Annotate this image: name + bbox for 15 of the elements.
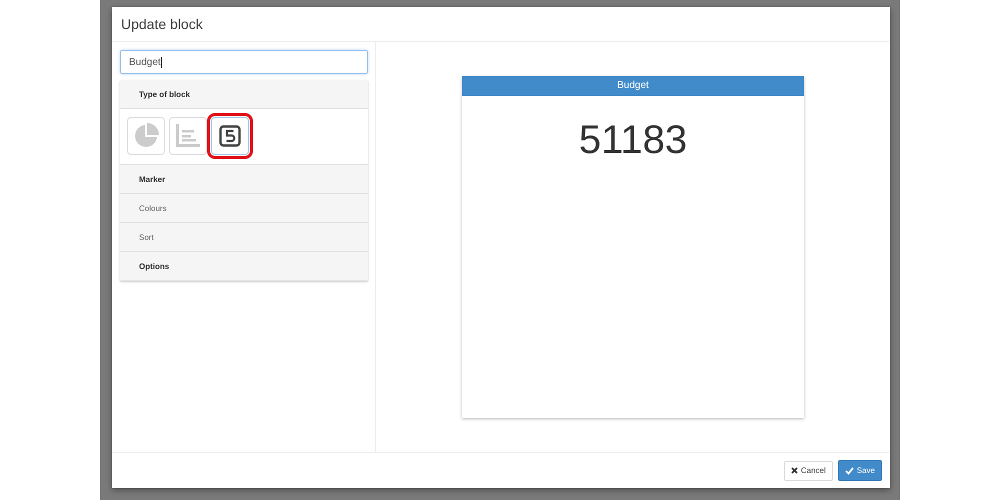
pie-type-button[interactable] [127,117,165,155]
name-input-field[interactable]: Budget [120,50,368,74]
check-icon [844,466,854,474]
number-icon [219,125,241,147]
dialog-title: Update block [121,16,203,32]
bar-list-icon [175,123,201,149]
close-icon [790,467,798,474]
preview-title: Budget [462,76,804,96]
accordion-header[interactable]: Marker [120,165,368,194]
accordion-header[interactable]: Type of block [120,80,368,109]
cancel-button[interactable]: Cancel [784,460,833,480]
save-button[interactable]: Save [838,460,882,481]
pie-chart-icon [133,123,159,149]
metric-value: 51183 [578,118,688,163]
accordion-header[interactable]: Options [120,252,368,281]
